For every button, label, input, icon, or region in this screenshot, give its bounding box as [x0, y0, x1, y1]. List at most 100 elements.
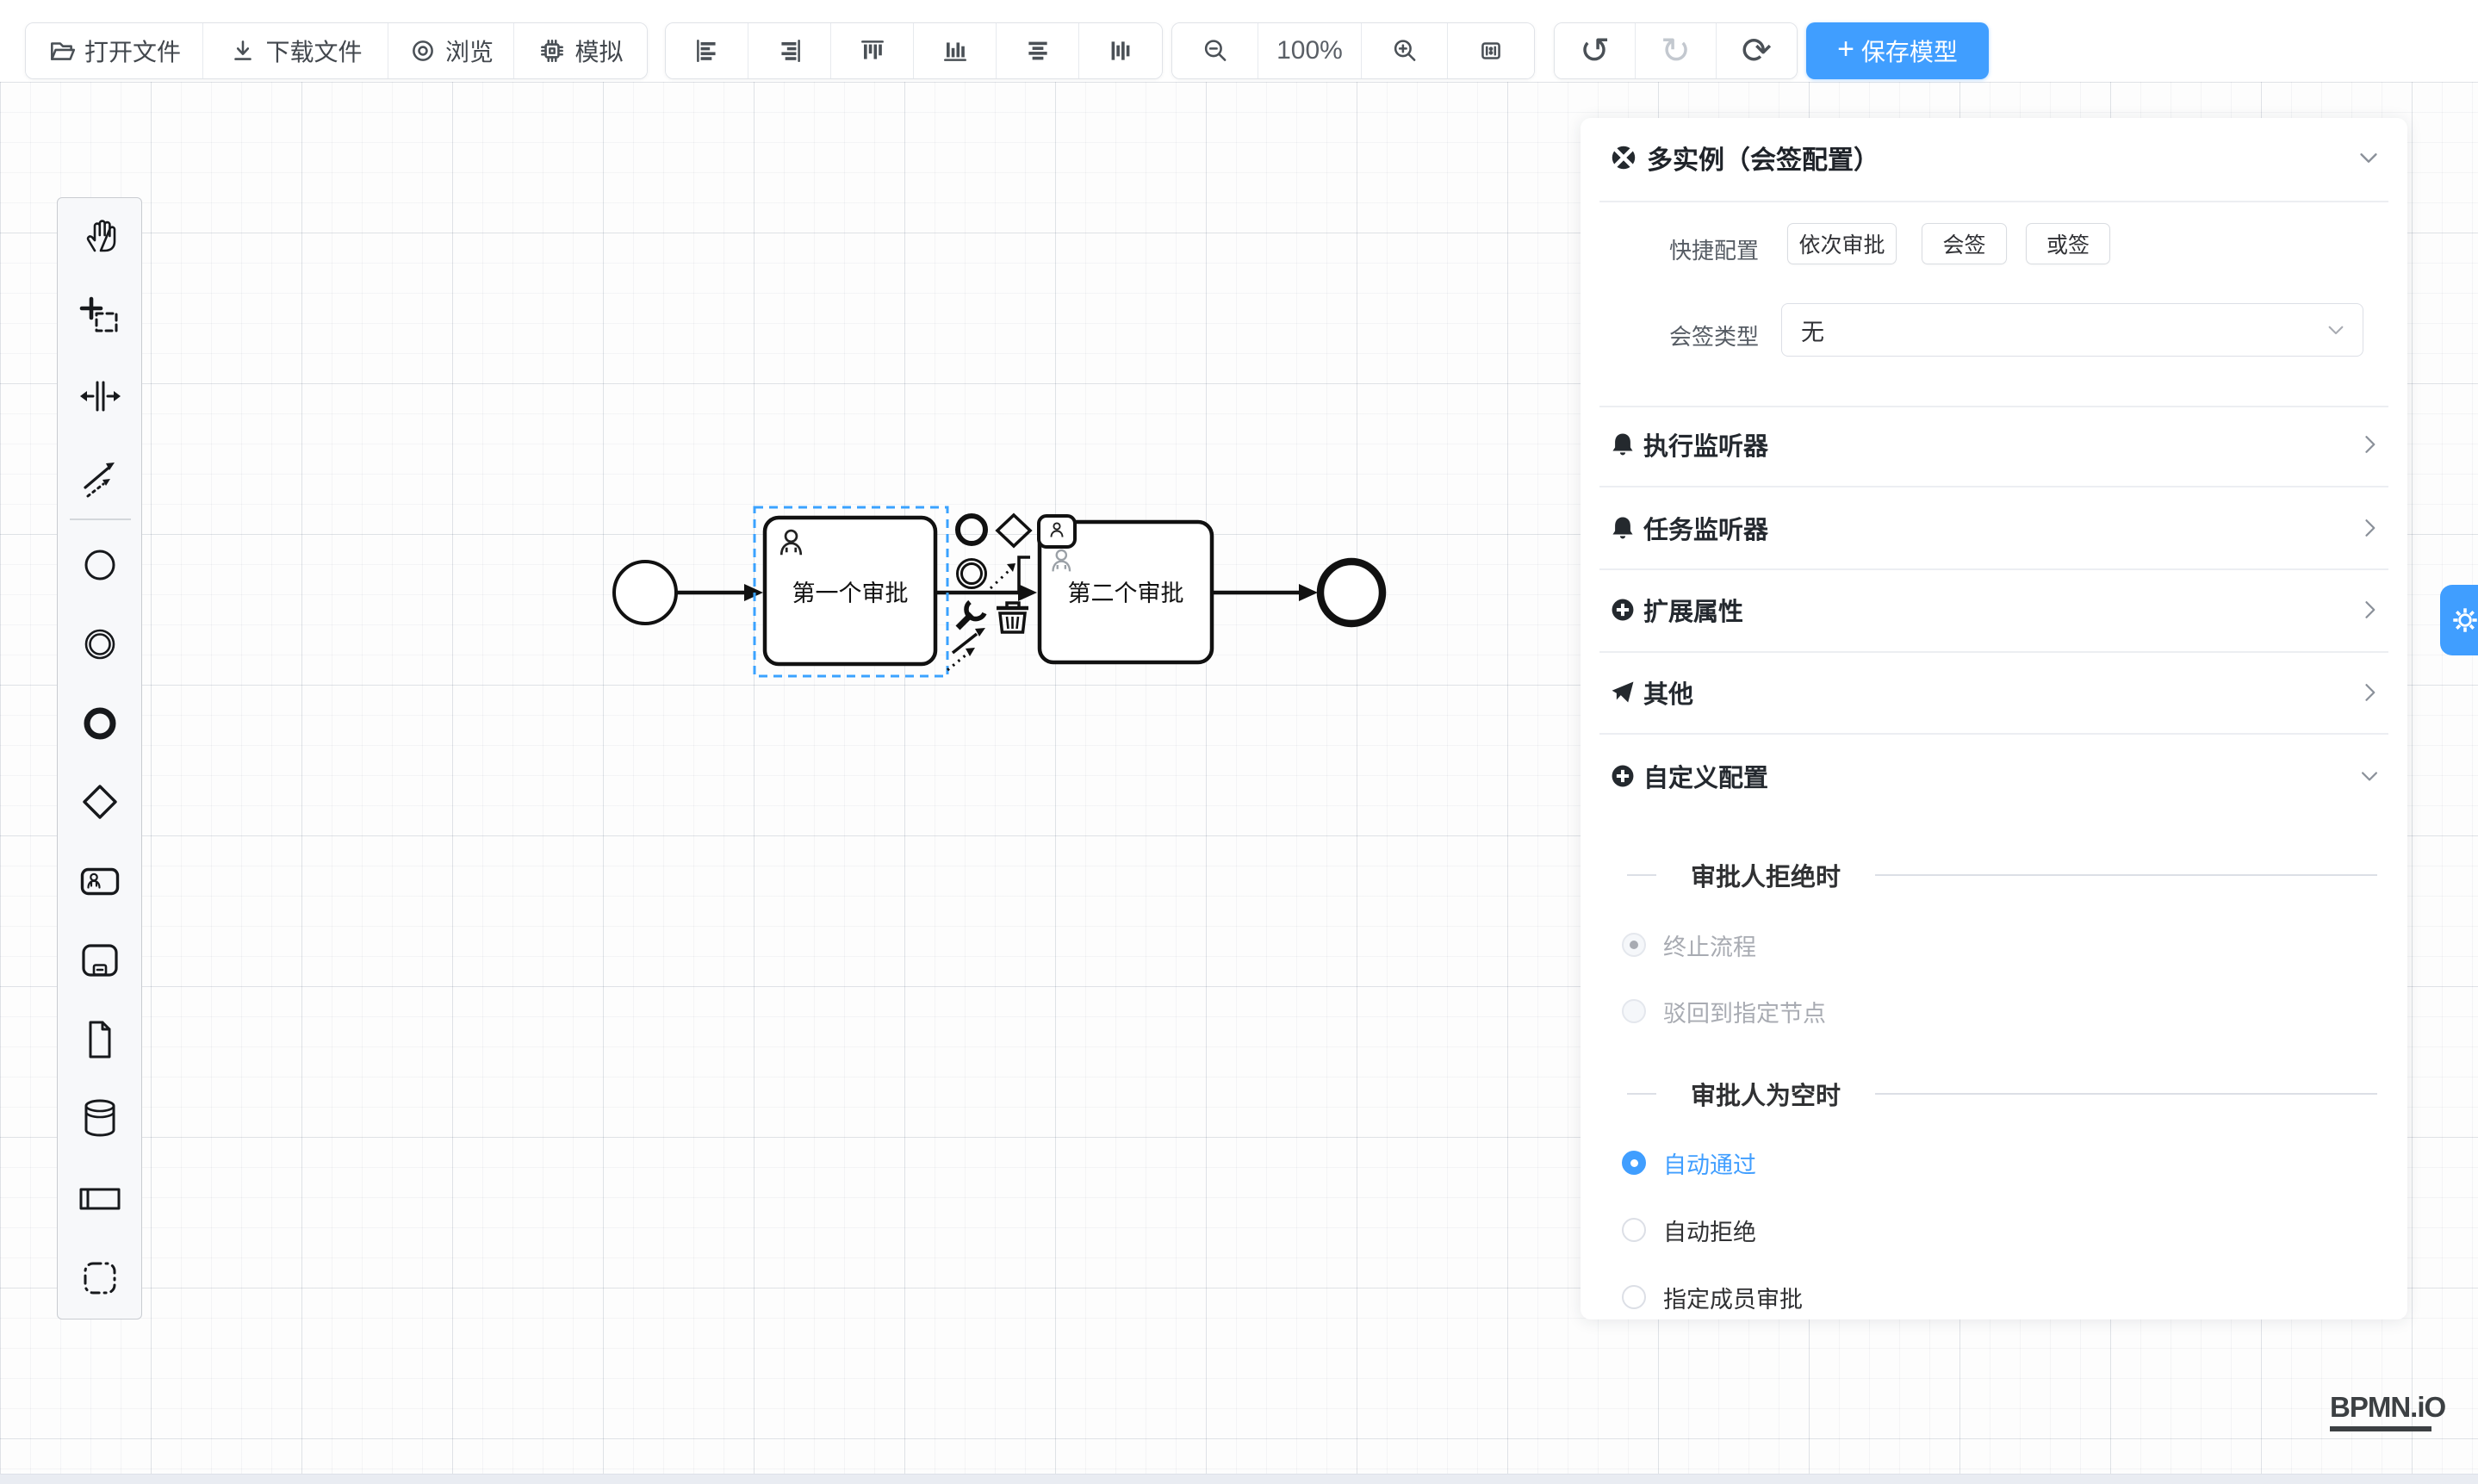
append-end-event-entry[interactable]: [958, 516, 985, 543]
reject-title: 审批人拒绝时: [1691, 857, 1841, 893]
refresh-button[interactable]: ⟳: [1717, 23, 1797, 78]
end-event-shape[interactable]: [1320, 562, 1382, 624]
connect-icon: [77, 453, 123, 500]
chip-icon: [537, 36, 567, 65]
start-event-shape[interactable]: [614, 562, 676, 624]
file-toolbar-group: 打开文件 下载文件 浏览 模拟: [25, 22, 648, 79]
save-model-label: 保存模型: [1861, 34, 1958, 68]
quick-option-sequential[interactable]: 依次审批: [1787, 223, 1897, 264]
settings-tab[interactable]: [2440, 585, 2478, 655]
space-tool[interactable]: [77, 373, 123, 419]
multi-instance-icon: [1609, 143, 1638, 172]
create-start-event[interactable]: [77, 542, 123, 588]
divider: [1599, 406, 2388, 407]
align-horizontal-center-icon: [1106, 36, 1135, 65]
divider: [1599, 651, 2388, 653]
create-participant[interactable]: [77, 1176, 123, 1222]
append-text-annotation-entry[interactable]: [1019, 557, 1030, 592]
simulate-button[interactable]: 模拟: [514, 23, 647, 78]
radio-assign-member[interactable]: 指定成员审批: [1622, 1280, 1803, 1314]
undo-button[interactable]: ↺: [1555, 23, 1636, 78]
radio-return-to-node[interactable]: 驳回到指定节点: [1622, 994, 1826, 1028]
align-left-button[interactable]: [666, 23, 748, 78]
global-connect-tool[interactable]: [77, 453, 123, 500]
sign-type-value: 无: [1801, 314, 1824, 347]
quick-option-orsign[interactable]: 或签: [2026, 223, 2110, 264]
gear-icon: [2449, 604, 2478, 636]
bell-icon: [1609, 431, 1636, 458]
create-user-task[interactable]: [77, 858, 123, 904]
multi-instance-header[interactable]: 多实例（会签配置）: [1609, 135, 2383, 180]
create-subprocess[interactable]: [77, 937, 123, 984]
create-gateway[interactable]: [77, 779, 123, 825]
zoom-in-button[interactable]: [1362, 23, 1448, 78]
append-task-entry[interactable]: [1039, 516, 1075, 547]
lasso-tool[interactable]: [77, 294, 123, 340]
radio-icon: [1622, 1218, 1646, 1242]
zoom-toolbar-group: 100%: [1171, 22, 1535, 79]
preview-label: 浏览: [445, 34, 494, 68]
radio-icon: [1622, 933, 1646, 957]
create-intermediate-event[interactable]: [77, 621, 123, 667]
quick-option-countersign[interactable]: 会签: [1922, 223, 2007, 264]
zoom-out-button[interactable]: [1172, 23, 1258, 78]
download-icon: [228, 36, 258, 65]
align-vertical-center-icon: [1023, 36, 1053, 65]
align-top-icon: [858, 36, 887, 65]
section-other[interactable]: 其他: [1581, 663, 2407, 722]
participant-icon: [77, 1176, 123, 1222]
chevron-down-icon[interactable]: [2356, 145, 2382, 171]
align-bottom-button[interactable]: [914, 23, 997, 78]
create-group[interactable]: [77, 1255, 123, 1301]
section-label: 执行监听器: [1643, 426, 1768, 463]
end-event-icon: [77, 700, 123, 747]
create-data-store[interactable]: [77, 1095, 123, 1141]
section-label: 扩展属性: [1643, 592, 1743, 628]
align-right-button[interactable]: [748, 23, 831, 78]
reset-zoom-button[interactable]: [1448, 23, 1534, 78]
delete-entry[interactable]: [997, 603, 1028, 632]
divider: [1599, 201, 2388, 202]
align-left-icon: [692, 36, 722, 65]
palette-separator: [70, 518, 131, 520]
reject-section-divider: 审批人拒绝时: [1627, 858, 2377, 892]
task-first-approval[interactable]: 第一个审批: [765, 518, 935, 664]
align-horizontal-center-button[interactable]: [1079, 23, 1162, 78]
create-end-event[interactable]: [77, 700, 123, 747]
section-task-listeners[interactable]: 任务监听器: [1581, 499, 2407, 557]
radio-label: 指定成员审批: [1663, 1281, 1803, 1314]
preview-icon: [408, 36, 438, 65]
refresh-icon: ⟳: [1742, 33, 1772, 69]
save-model-button[interactable]: + 保存模型: [1806, 22, 1989, 79]
hand-tool[interactable]: [77, 213, 123, 259]
radio-auto-pass[interactable]: 自动通过: [1622, 1146, 1756, 1180]
send-icon: [1609, 679, 1636, 706]
preview-button[interactable]: 浏览: [388, 23, 514, 78]
align-top-button[interactable]: [831, 23, 914, 78]
align-vertical-center-button[interactable]: [997, 23, 1079, 78]
section-custom-config[interactable]: 自定义配置: [1581, 747, 2407, 805]
user-task-icon: [77, 858, 123, 904]
sign-type-select[interactable]: 无: [1781, 303, 2363, 357]
section-execution-listeners[interactable]: 执行监听器: [1581, 415, 2407, 474]
data-store-icon: [77, 1095, 123, 1141]
download-file-button[interactable]: 下载文件: [203, 23, 388, 78]
redo-button[interactable]: ↻: [1636, 23, 1717, 78]
lasso-icon: [77, 294, 123, 340]
download-file-label: 下载文件: [265, 34, 362, 68]
redo-icon: ↻: [1661, 33, 1691, 69]
create-data-object[interactable]: [77, 1016, 123, 1063]
section-extension-properties[interactable]: 扩展属性: [1581, 581, 2407, 639]
open-file-button[interactable]: 打开文件: [26, 23, 203, 78]
radio-terminate-process[interactable]: 终止流程: [1622, 928, 1756, 962]
task2-label: 第二个审批: [1068, 581, 1184, 606]
append-intermediate-event-entry[interactable]: [958, 560, 986, 588]
bpmn-io-watermark[interactable]: BPMN.iO: [2330, 1391, 2431, 1431]
radio-auto-reject[interactable]: 自动拒绝: [1622, 1213, 1756, 1247]
radio-label: 终止流程: [1663, 928, 1756, 962]
sign-type-label: 会签类型: [1581, 320, 1759, 351]
start-event-icon: [77, 542, 123, 588]
section-label: 自定义配置: [1643, 758, 1768, 794]
undo-icon: ↺: [1580, 33, 1610, 69]
chevron-right-icon: [2357, 516, 2382, 540]
